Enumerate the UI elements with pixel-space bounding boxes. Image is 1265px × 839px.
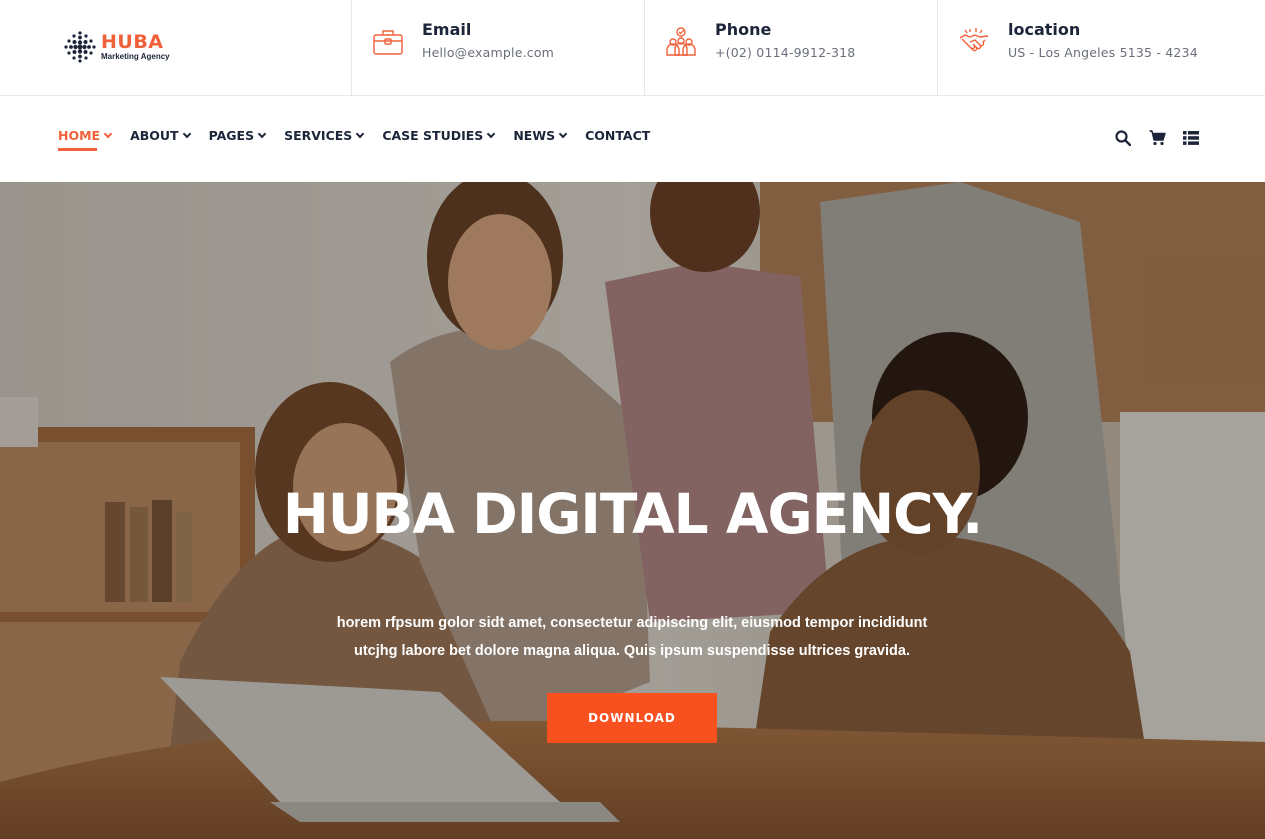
main-menu: HOME ABOUT PAGES SERVICES CASE STUDIES N… (58, 128, 669, 151)
location-info: location US - Los Angeles 5135 - 4234 (938, 0, 1265, 95)
cart-icon[interactable] (1148, 129, 1166, 147)
main-navbar: HOME ABOUT PAGES SERVICES CASE STUDIES N… (0, 96, 1265, 182)
location-value: US - Los Angeles 5135 - 4234 (1008, 45, 1198, 60)
nav-label: NEWS (513, 128, 556, 143)
nav-label: ABOUT (130, 128, 179, 143)
chevron-down-icon (558, 129, 568, 138)
dots-logo-icon (64, 31, 96, 63)
email-title: Email (422, 20, 472, 39)
location-title: location (1008, 20, 1081, 39)
hero-title: HUBA DIGITAL AGENCY. (282, 482, 983, 546)
brand-tagline: Marketing Agency (101, 52, 170, 61)
team-icon (666, 27, 696, 56)
chevron-down-icon (182, 129, 191, 138)
email-info: Email Hello@example.com (352, 0, 645, 95)
nav-label: SERVICES (284, 128, 353, 143)
nav-item-case-studies[interactable]: CASE STUDIES (382, 128, 496, 143)
hero-section: HUBA DIGITAL AGENCY. horem rfpsum golor … (0, 182, 1265, 839)
download-button[interactable]: DOWNLOAD (547, 693, 717, 743)
handshake-icon (959, 28, 989, 52)
brand-name: HUBA (101, 31, 164, 53)
briefcase-icon (373, 30, 403, 55)
hero-description: horem rfpsum golor sidt amet, consectetu… (332, 609, 932, 665)
nav-label: PAGES (208, 128, 255, 143)
nav-item-home[interactable]: HOME (58, 128, 113, 151)
phone-title: Phone (715, 20, 772, 39)
nav-label: CASE STUDIES (382, 128, 484, 143)
nav-actions (1114, 129, 1216, 147)
nav-label: HOME (58, 128, 101, 143)
chevron-down-icon (356, 129, 365, 138)
nav-label: CONTACT (585, 128, 651, 143)
hero-description-line: utcjhg labore bet dolore magna aliqua. Q… (354, 643, 910, 659)
list-menu-icon[interactable] (1182, 129, 1200, 147)
hero-description-line: horem rfpsum golor sidt amet, consectetu… (336, 615, 928, 631)
logo-cell: HUBA Marketing Agency (0, 0, 352, 95)
nav-item-contact[interactable]: CONTACT (585, 128, 650, 143)
phone-info: Phone +(02) 0114-9912-318 (645, 0, 938, 95)
phone-value[interactable]: +(02) 0114-9912-318 (715, 45, 855, 60)
brand-logo[interactable]: HUBA Marketing Agency (63, 30, 170, 64)
nav-item-services[interactable]: SERVICES (284, 128, 365, 143)
chevron-down-icon (103, 129, 113, 138)
chevron-down-icon (257, 129, 267, 138)
top-info-bar: HUBA Marketing Agency Email Hello@exampl… (0, 0, 1265, 96)
chevron-down-icon (487, 129, 496, 138)
search-icon[interactable] (1114, 129, 1132, 147)
nav-item-about[interactable]: ABOUT (130, 128, 191, 143)
email-value[interactable]: Hello@example.com (422, 45, 554, 60)
nav-item-news[interactable]: NEWS (513, 128, 568, 143)
nav-item-pages[interactable]: PAGES (208, 128, 267, 143)
